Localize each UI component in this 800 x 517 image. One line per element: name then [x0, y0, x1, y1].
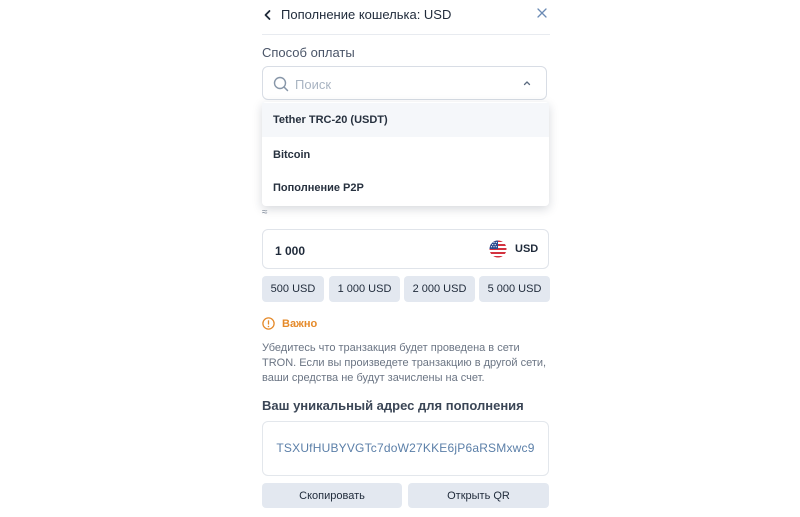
- option-p2p[interactable]: Пополнение P2P: [262, 171, 549, 205]
- us-flag-icon: [489, 240, 507, 258]
- warning-title: Важно: [282, 318, 318, 330]
- header: Пополнение кошелька: USD: [262, 0, 550, 32]
- payment-method-label: Способ оплаты: [262, 45, 355, 60]
- preset-500-button[interactable]: 500 USD: [262, 276, 324, 302]
- preset-1000-button[interactable]: 1 000 USD: [329, 276, 400, 302]
- deposit-panel: Пополнение кошелька: USD Способ оплаты T…: [262, 0, 550, 517]
- search-icon: [273, 76, 289, 92]
- page-title: Пополнение кошелька: USD: [281, 7, 452, 22]
- preset-2000-button[interactable]: 2 000 USD: [404, 276, 475, 302]
- currency-code: USD: [515, 243, 539, 255]
- deposit-address-label: Ваш уникальный адрес для пополнения: [262, 398, 524, 413]
- amount-input[interactable]: [273, 241, 427, 261]
- chevron-left-icon[interactable]: [262, 8, 274, 22]
- payment-method-dropdown: Tether TRC-20 (USDT) Bitcoin Пополнение …: [262, 102, 549, 206]
- option-bitcoin[interactable]: Bitcoin: [262, 138, 549, 172]
- header-divider: [262, 34, 550, 35]
- preset-5000-button[interactable]: 5 000 USD: [479, 276, 550, 302]
- copy-button[interactable]: Скопировать: [262, 483, 402, 508]
- close-icon[interactable]: [536, 7, 548, 19]
- approx-sign: ≈: [262, 207, 268, 218]
- option-tether-trc20[interactable]: Tether TRC-20 (USDT): [262, 103, 549, 137]
- deposit-address[interactable]: TSXUfHUBYVGTc7doW27KKE6jP6aRSMxwc9: [262, 421, 549, 476]
- amount-field[interactable]: USD: [262, 229, 549, 269]
- warning-text: Убедитесь что транзакция будет проведена…: [262, 342, 547, 384]
- search-input[interactable]: [293, 74, 497, 94]
- chevron-up-icon[interactable]: [522, 79, 532, 87]
- open-qr-button[interactable]: Открыть QR: [408, 483, 549, 508]
- info-icon: [262, 317, 275, 330]
- payment-method-select[interactable]: [262, 66, 547, 100]
